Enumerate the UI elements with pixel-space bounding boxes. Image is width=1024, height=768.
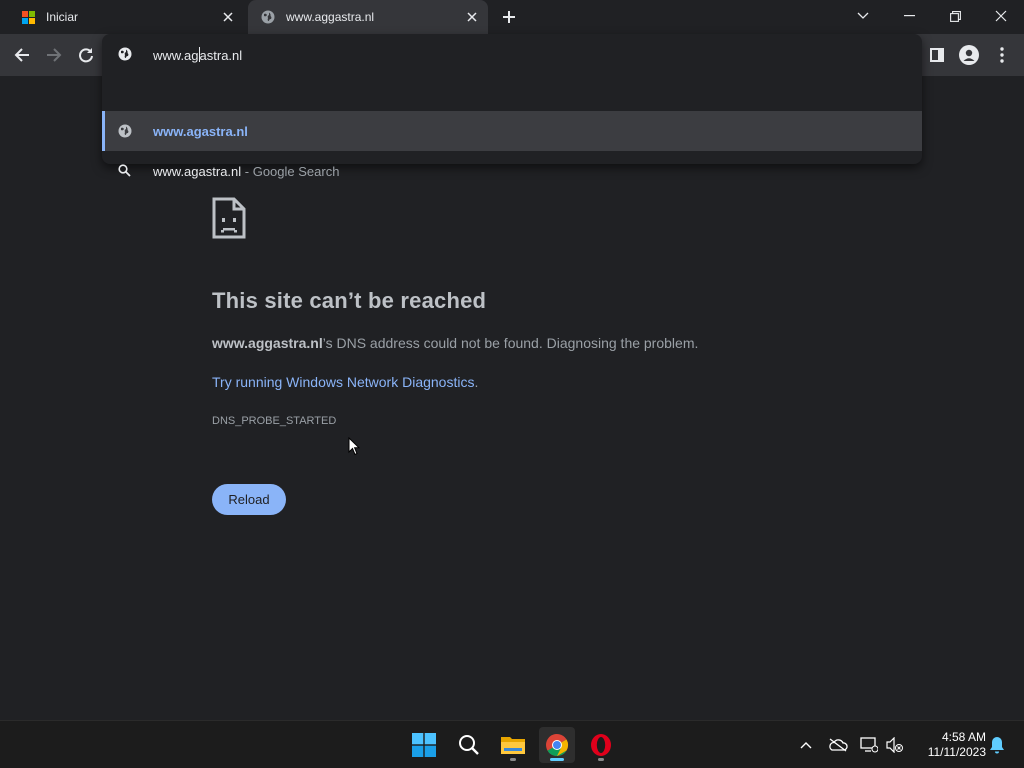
- network-diagnostics-link[interactable]: Try running Windows Network Diagnostics: [212, 374, 474, 390]
- profile-icon[interactable]: [956, 42, 982, 68]
- tab-title: www.aggastra.nl: [286, 10, 375, 24]
- running-indicator: [510, 758, 516, 761]
- error-description: www.aggastra.nl’s DNS address could not …: [212, 335, 698, 351]
- notification-bell-icon[interactable]: [986, 735, 1008, 755]
- network-icon[interactable]: [858, 735, 880, 755]
- chrome-icon[interactable]: [539, 727, 575, 763]
- address-input[interactable]: www.agastra.nl: [153, 47, 242, 63]
- windows-logo-icon: [20, 9, 36, 25]
- address-bar[interactable]: www.agastra.nl: [102, 34, 922, 76]
- close-tab-icon[interactable]: [218, 7, 238, 27]
- file-explorer-icon[interactable]: [495, 727, 531, 763]
- error-code: DNS_PROBE_STARTED: [212, 415, 337, 427]
- diagnostics-line: Try running Windows Network Diagnostics.: [212, 374, 478, 390]
- clock-time: 4:58 AM: [941, 730, 986, 744]
- diagnostics-period: .: [474, 374, 479, 390]
- reload-button[interactable]: Reload: [212, 484, 286, 515]
- address-text-after-caret: astra.nl: [199, 48, 243, 63]
- restore-button[interactable]: [932, 0, 978, 32]
- windows-taskbar: 4:58 AM 11/11/2023: [0, 720, 1024, 768]
- forward-button[interactable]: [41, 42, 67, 68]
- title-bar: Iniciar www.aggastra.nl: [0, 0, 1024, 34]
- running-indicator: [598, 758, 604, 761]
- sad-page-icon: [212, 197, 246, 244]
- close-tab-icon[interactable]: [462, 7, 482, 27]
- start-icon[interactable]: [406, 727, 442, 763]
- tab-iniciar[interactable]: Iniciar: [8, 0, 244, 34]
- suggestion-label: www.agastra.nl - Google Search: [153, 164, 339, 179]
- omnibox-dropdown: www.agastra.nl www.agastra.nl www.agastr…: [102, 34, 922, 179]
- search-icon: [118, 164, 131, 180]
- show-hidden-icons-chevron-icon[interactable]: [795, 735, 817, 755]
- omnibox-suggestion-search[interactable]: www.agastra.nl - Google Search: [102, 151, 922, 191]
- error-title: This site can’t be reached: [212, 288, 487, 313]
- active-indicator: [550, 758, 564, 761]
- suggestion-suffix: - Google Search: [241, 164, 340, 179]
- menu-dots-icon[interactable]: [989, 42, 1015, 68]
- address-text-before-caret: www.ag: [153, 48, 199, 63]
- back-button[interactable]: [9, 42, 35, 68]
- reload-icon[interactable]: [73, 42, 99, 68]
- clock-date: 11/11/2023: [927, 745, 986, 759]
- volume-muted-icon[interactable]: [884, 735, 906, 755]
- globe-icon: [260, 9, 276, 25]
- search-icon[interactable]: [451, 727, 487, 763]
- suggestion-text: www.agastra.nl: [153, 164, 242, 179]
- globe-icon: [118, 124, 132, 141]
- suggestion-text: www.agastra.nl: [153, 124, 248, 139]
- opera-icon[interactable]: [583, 727, 619, 763]
- mouse-cursor-icon: [348, 436, 361, 461]
- error-host: www.aggastra.nl: [212, 335, 323, 351]
- error-description-text: ’s DNS address could not be found. Diagn…: [322, 335, 699, 351]
- close-window-button[interactable]: [978, 0, 1024, 32]
- onedrive-offline-icon[interactable]: [827, 735, 849, 755]
- side-panel-icon[interactable]: [924, 42, 950, 68]
- tab-search-chevron-icon[interactable]: [840, 0, 886, 32]
- new-tab-button[interactable]: [498, 6, 520, 28]
- omnibox-suggestion-url[interactable]: www.agastra.nl: [102, 111, 922, 151]
- system-clock[interactable]: 4:58 AM 11/11/2023: [914, 730, 986, 760]
- tab-title: Iniciar: [46, 10, 79, 24]
- minimize-button[interactable]: [886, 0, 932, 32]
- tab-aggastra[interactable]: www.aggastra.nl: [248, 0, 488, 34]
- globe-icon: [118, 47, 132, 66]
